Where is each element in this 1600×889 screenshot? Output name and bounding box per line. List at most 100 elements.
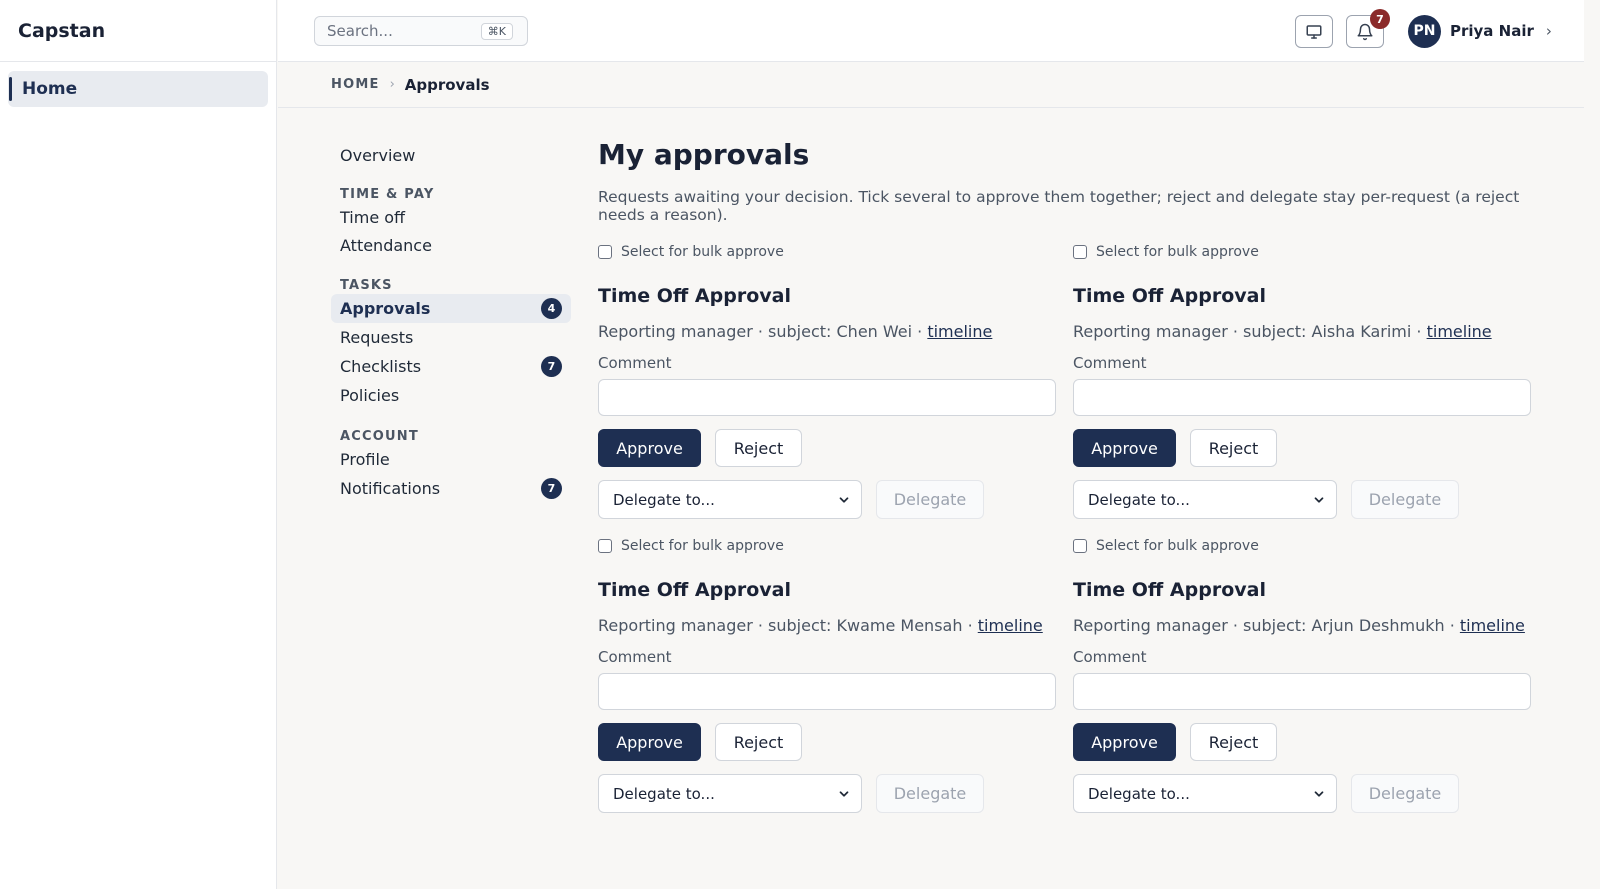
- notifications-button[interactable]: 7: [1346, 9, 1390, 48]
- approve-button[interactable]: Approve: [598, 723, 701, 761]
- search-placeholder: Search...: [327, 22, 393, 40]
- breadcrumb-separator-icon: ›: [389, 77, 395, 92]
- reject-button[interactable]: Reject: [1190, 429, 1277, 467]
- comment-input[interactable]: [1073, 673, 1531, 710]
- approval-card: Select for bulk approve Time Off Approva…: [1073, 242, 1533, 519]
- bulk-approve-label: Select for bulk approve: [621, 244, 784, 260]
- card-meta-text: Reporting manager · subject: Arjun Deshm…: [1073, 616, 1460, 635]
- subnav-heading-account: ACCOUNT: [340, 428, 419, 444]
- subnav-item-label: Attendance: [340, 235, 432, 255]
- comment-input[interactable]: [598, 379, 1056, 416]
- checkbox[interactable]: [598, 245, 612, 259]
- subnav-item-overview[interactable]: Overview: [331, 141, 571, 170]
- comment-label: Comment: [1073, 648, 1147, 666]
- subnav-item-label: Checklists: [340, 357, 422, 376]
- approve-button[interactable]: Approve: [1073, 723, 1176, 761]
- delegate-row: Delegate to... Delegate: [1073, 774, 1533, 813]
- checkbox[interactable]: [598, 539, 612, 553]
- delegate-select[interactable]: Delegate to...: [1073, 774, 1337, 813]
- chevron-right-icon: ›: [1545, 22, 1552, 40]
- card-meta-text: Reporting manager · subject: Chen Wei ·: [598, 322, 928, 341]
- subnav-item-checklists[interactable]: Checklists 7: [331, 352, 571, 381]
- card-title: Time Off Approval: [1073, 579, 1266, 601]
- subnav-item-profile[interactable]: Profile: [331, 445, 571, 474]
- chevron-down-icon: [839, 497, 849, 503]
- timeline-link[interactable]: timeline: [1460, 616, 1525, 635]
- card-title: Time Off Approval: [598, 579, 791, 601]
- card-meta: Reporting manager · subject: Arjun Deshm…: [1073, 616, 1533, 636]
- notification-count-badge: 7: [1370, 9, 1390, 29]
- subnav-item-label: Notifications: [340, 479, 441, 498]
- user-menu[interactable]: PN Priya Nair ›: [1408, 14, 1552, 48]
- approval-card: Select for bulk approve Time Off Approva…: [1073, 536, 1533, 813]
- timeline-link[interactable]: timeline: [927, 322, 992, 341]
- checkbox[interactable]: [1073, 539, 1087, 553]
- card-meta-text: Reporting manager · subject: Aisha Karim…: [1073, 322, 1427, 341]
- bulk-approve-checkbox[interactable]: Select for bulk approve: [598, 536, 1058, 556]
- delegate-select[interactable]: Delegate to...: [598, 774, 862, 813]
- comment-input[interactable]: [598, 673, 1056, 710]
- approve-button[interactable]: Approve: [598, 429, 701, 467]
- delegate-select[interactable]: Delegate to...: [598, 480, 862, 519]
- delegate-button[interactable]: Delegate: [1351, 774, 1459, 813]
- bulk-approve-label: Select for bulk approve: [1096, 244, 1259, 260]
- breadcrumb: HOME › Approvals: [278, 62, 1584, 108]
- chevron-down-icon: [1314, 791, 1324, 797]
- action-row: Approve Reject: [1073, 429, 1533, 467]
- reject-button[interactable]: Reject: [715, 723, 802, 761]
- monitor-icon: [1306, 24, 1322, 39]
- subnav-heading-time-pay: TIME & PAY: [340, 186, 435, 202]
- delegate-button[interactable]: Delegate: [1351, 480, 1459, 519]
- subnav-item-approvals[interactable]: Approvals 4: [331, 294, 571, 323]
- app-sidebar: Capstan Home: [0, 0, 277, 889]
- approval-card: Select for bulk approve Time Off Approva…: [598, 242, 1058, 519]
- comment-label: Comment: [598, 648, 672, 666]
- delegate-select[interactable]: Delegate to...: [1073, 480, 1337, 519]
- section-nav: Overview TIME & PAY Time off Attendance …: [331, 141, 571, 503]
- delegate-button[interactable]: Delegate: [876, 774, 984, 813]
- subnav-item-notifications[interactable]: Notifications 7: [331, 474, 571, 503]
- delegate-button[interactable]: Delegate: [876, 480, 984, 519]
- approve-button[interactable]: Approve: [1073, 429, 1176, 467]
- action-row: Approve Reject: [598, 723, 1058, 761]
- bulk-approve-checkbox[interactable]: Select for bulk approve: [598, 242, 1058, 262]
- comment-input[interactable]: [1073, 379, 1531, 416]
- display-button[interactable]: [1295, 15, 1333, 48]
- chevron-down-icon: [839, 791, 849, 797]
- subnav-item-attendance[interactable]: Attendance: [331, 231, 571, 259]
- bulk-approve-checkbox[interactable]: Select for bulk approve: [1073, 242, 1533, 262]
- chevron-down-icon: [1314, 497, 1324, 503]
- subnav-item-label: Approvals: [340, 299, 431, 318]
- checkbox[interactable]: [1073, 245, 1087, 259]
- timeline-link[interactable]: timeline: [1427, 322, 1492, 341]
- subnav-item-policies[interactable]: Policies: [331, 381, 571, 410]
- sidebar-item-home[interactable]: Home: [8, 71, 268, 107]
- approvals-count-badge: 4: [541, 298, 562, 319]
- user-name: Priya Nair: [1450, 22, 1534, 40]
- reject-button[interactable]: Reject: [715, 429, 802, 467]
- card-meta: Reporting manager · subject: Kwame Mensa…: [598, 616, 1058, 636]
- subnav-item-label: Overview: [340, 146, 416, 165]
- reject-button[interactable]: Reject: [1190, 723, 1277, 761]
- timeline-link[interactable]: timeline: [978, 616, 1043, 635]
- notifications-count-badge: 7: [541, 478, 562, 499]
- delegate-row: Delegate to... Delegate: [598, 774, 1058, 813]
- comment-label: Comment: [598, 354, 672, 372]
- bulk-approve-checkbox[interactable]: Select for bulk approve: [1073, 536, 1533, 556]
- subnav-item-time-off[interactable]: Time off: [331, 203, 571, 231]
- subnav-item-requests[interactable]: Requests: [331, 323, 571, 352]
- card-title: Time Off Approval: [598, 285, 791, 307]
- search-input[interactable]: Search... ⌘K: [314, 16, 528, 46]
- breadcrumb-home[interactable]: HOME: [331, 77, 380, 92]
- card-meta-text: Reporting manager · subject: Kwame Mensa…: [598, 616, 978, 635]
- page-description: Requests awaiting your decision. Tick se…: [598, 188, 1520, 224]
- card-meta: Reporting manager · subject: Aisha Karim…: [1073, 322, 1533, 342]
- subnav-heading-tasks: TASKS: [340, 277, 393, 293]
- delegate-row: Delegate to... Delegate: [598, 480, 1058, 519]
- topbar: Search... ⌘K 7 PN Priya Nair ›: [278, 0, 1584, 62]
- action-row: Approve Reject: [598, 429, 1058, 467]
- brand-logo[interactable]: Capstan: [0, 0, 276, 62]
- bulk-approve-label: Select for bulk approve: [1096, 538, 1259, 554]
- delegate-select-value: Delegate to...: [613, 490, 715, 509]
- main-content: My approvals Requests awaiting your deci…: [598, 138, 1538, 224]
